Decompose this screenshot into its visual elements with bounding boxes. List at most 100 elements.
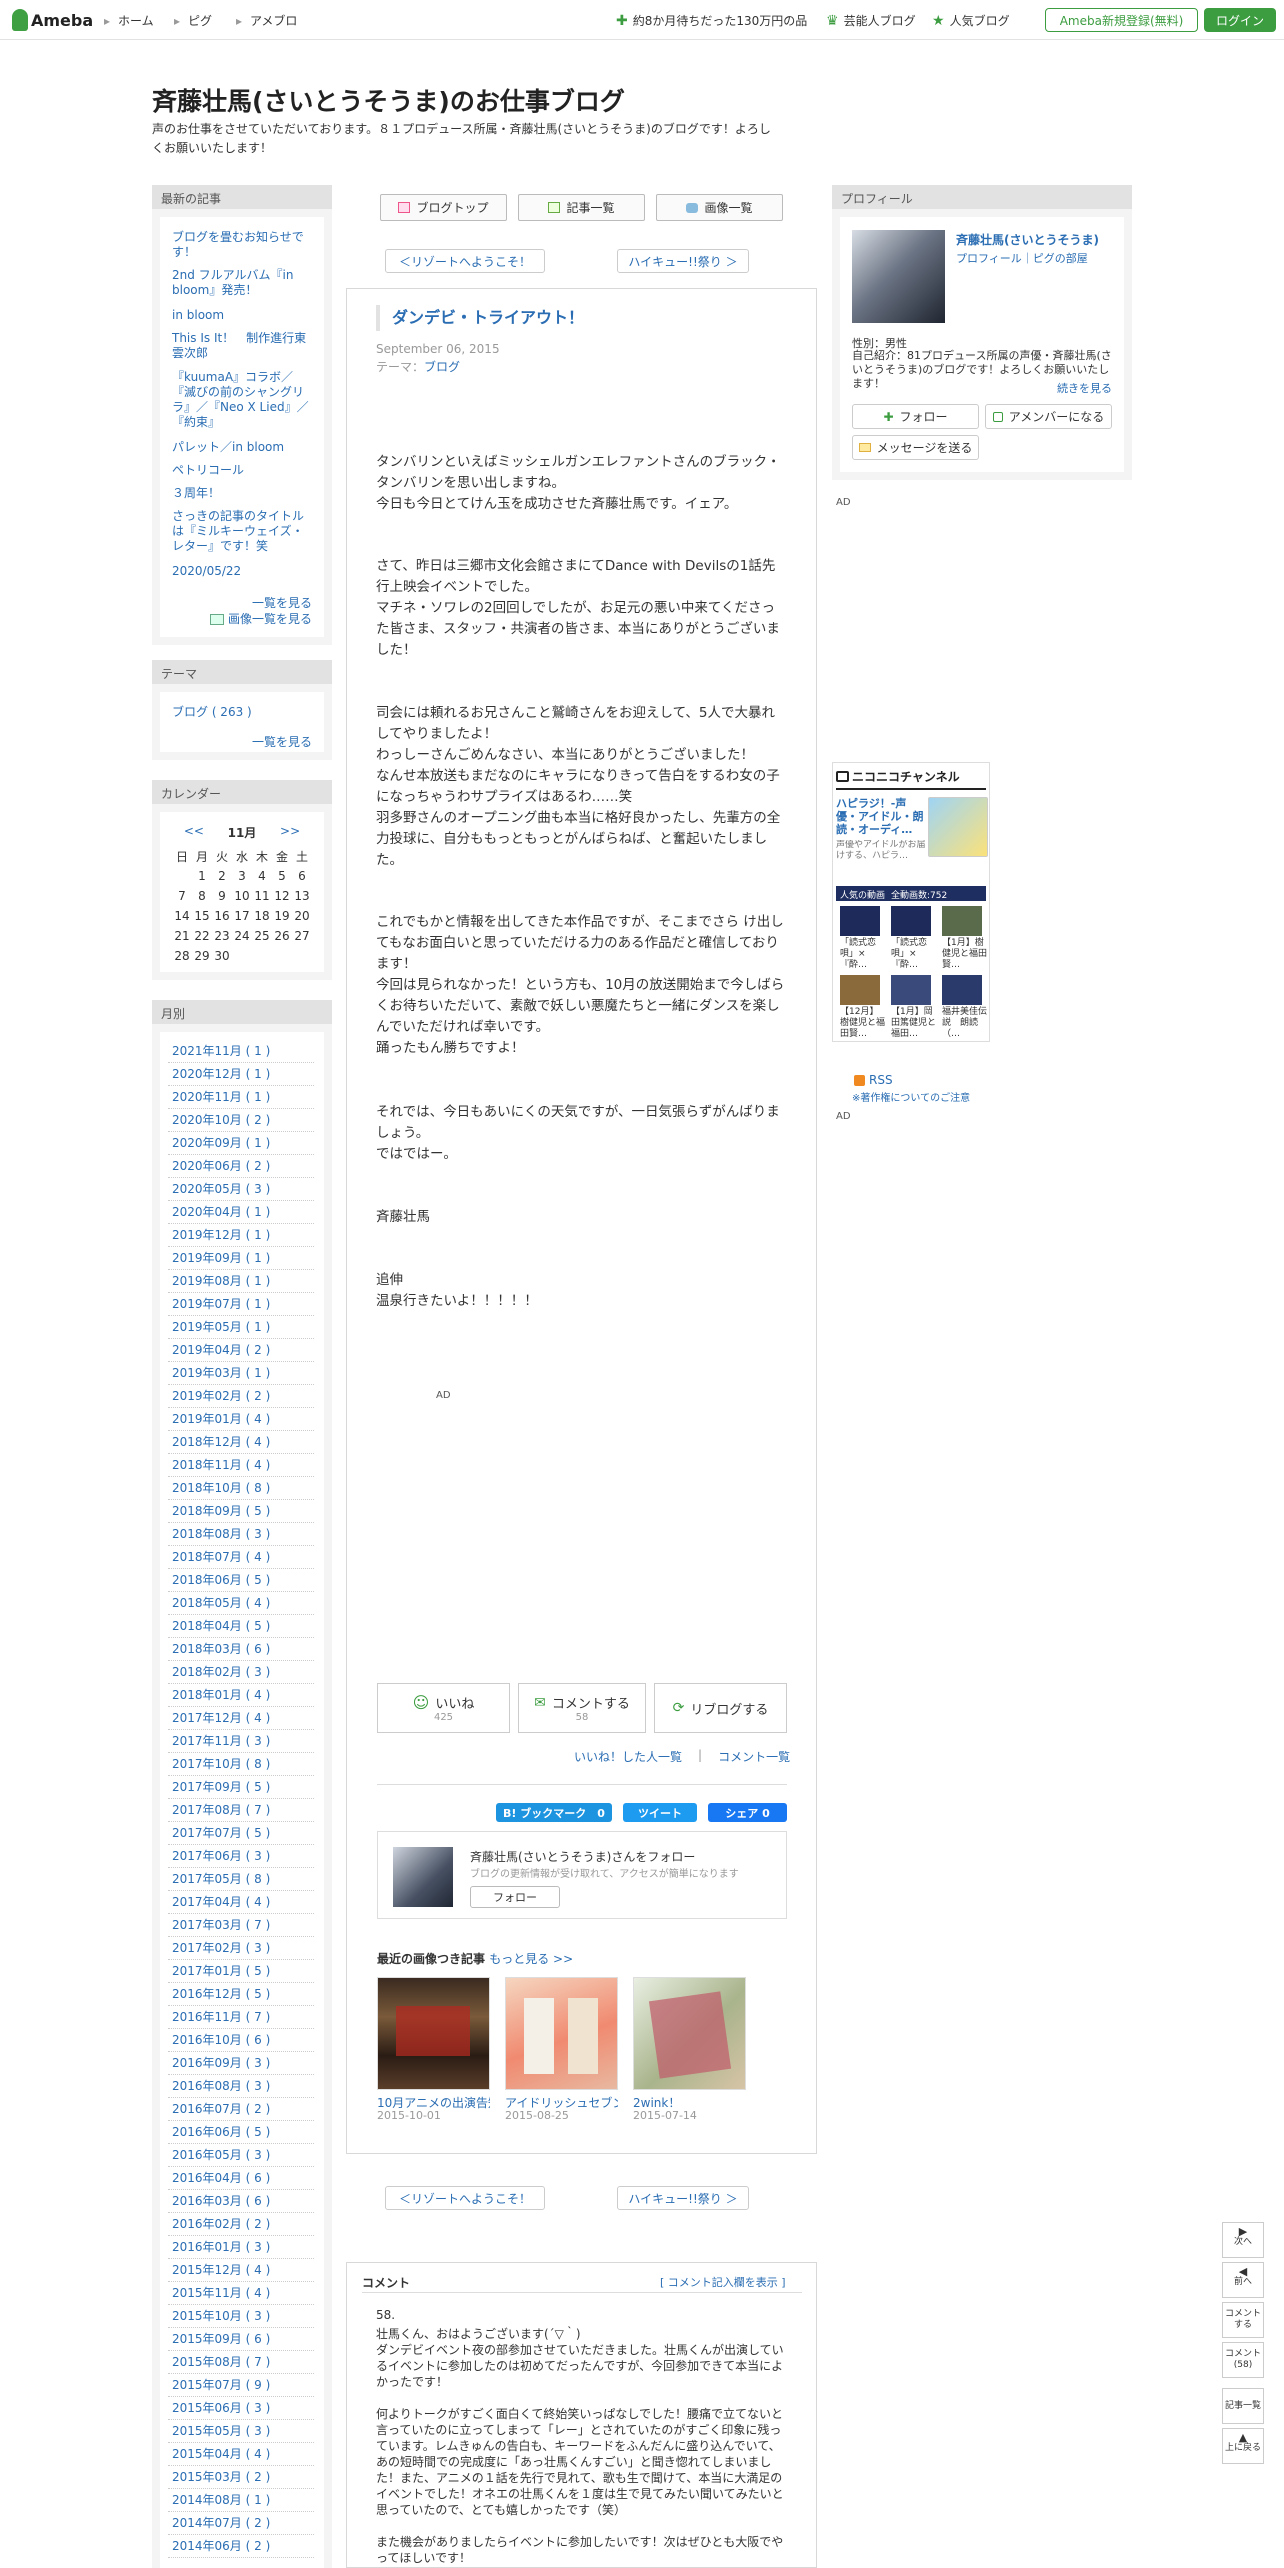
amember-button[interactable]: アメンバーになる [985, 404, 1112, 429]
profile-avatar[interactable] [852, 230, 945, 323]
monthly-archive-link[interactable]: 2018年11月 ( 4 ) [172, 1458, 270, 1473]
comment-list-link[interactable]: コメント一覧 [718, 1748, 790, 1765]
tweet-button[interactable]: ツイート [623, 1803, 697, 1822]
monthly-archive-link[interactable]: 2015年03月 ( 2 ) [172, 2470, 270, 2485]
monthly-archive-link[interactable]: 2014年08月 ( 1 ) [172, 2493, 270, 2508]
float-article-list-button[interactable]: 記事一覧 [1222, 2388, 1264, 2424]
monthly-archive-link[interactable]: 2017年01月 ( 5 ) [172, 1964, 270, 1979]
niconico-channel-thumb[interactable] [928, 797, 988, 857]
profile-links[interactable]: プロフィール｜ピグの部屋 [956, 250, 1088, 266]
monthly-archive-link[interactable]: 2015年07月 ( 9 ) [172, 2378, 270, 2393]
monthly-archive-link[interactable]: 2017年11月 ( 3 ) [172, 1734, 270, 1749]
article-title[interactable]: ダンデビ・トライアウト！ [376, 305, 584, 331]
theme-more-link[interactable]: 一覧を見る [172, 733, 312, 750]
monthly-archive-link[interactable]: 2018年08月 ( 3 ) [172, 1527, 270, 1542]
like-button[interactable]: ☺ いいね 425 [377, 1683, 510, 1733]
monthly-archive-link[interactable]: 2016年04月 ( 6 ) [172, 2171, 270, 2186]
register-button[interactable]: Ameba新規登録(無料) [1045, 8, 1198, 32]
blog-title[interactable]: 斉藤壮馬(さいとうそうま)のお仕事ブログ [152, 82, 625, 118]
prev-article-link[interactable]: ＜リゾートへようこそ！ [385, 249, 545, 273]
monthly-archive-link[interactable]: 2020年09月 ( 1 ) [172, 1136, 270, 1151]
monthly-archive-link[interactable]: 2020年06月 ( 2 ) [172, 1159, 270, 1174]
recent-post-link[interactable]: 2020/05/22 [172, 564, 312, 579]
popular-blog-link[interactable]: ★ 人気ブログ [932, 12, 1010, 29]
monthly-archive-link[interactable]: 2015年12月 ( 4 ) [172, 2263, 270, 2278]
recent-post-link[interactable]: in bloom [172, 308, 312, 323]
monthly-archive-link[interactable]: 2017年10月 ( 8 ) [172, 1757, 270, 1772]
monthly-archive-link[interactable]: 2018年02月 ( 3 ) [172, 1665, 270, 1680]
monthly-archive-link[interactable]: 2019年12月 ( 1 ) [172, 1228, 270, 1243]
monthly-archive-link[interactable]: 2015年08月 ( 7 ) [172, 2355, 270, 2370]
recent-post-link[interactable]: This Is It！ 制作進行東雲次郎 [172, 331, 312, 361]
monthly-archive-link[interactable]: 2019年02月 ( 2 ) [172, 1389, 270, 1404]
profile-more-link[interactable]: 続きを見る [1000, 380, 1112, 396]
monthly-archive-link[interactable]: 2018年01月 ( 4 ) [172, 1688, 270, 1703]
prev-article-link-bottom[interactable]: ＜リゾートへようこそ！ [385, 2186, 545, 2210]
monthly-archive-link[interactable]: 2018年04月 ( 5 ) [172, 1619, 270, 1634]
monthly-archive-link[interactable]: 2016年06月 ( 5 ) [172, 2125, 270, 2140]
monthly-archive-link[interactable]: 2018年07月 ( 4 ) [172, 1550, 270, 1565]
monthly-archive-link[interactable]: 2017年09月 ( 5 ) [172, 1780, 270, 1795]
recent-post-link[interactable]: パレット／in bloom [172, 440, 312, 455]
video-thumbnail[interactable] [942, 906, 982, 936]
image-list-button[interactable]: 画像一覧 [656, 194, 783, 221]
monthly-archive-link[interactable]: 2016年01月 ( 3 ) [172, 2240, 270, 2255]
float-top-button[interactable]: ▲ 上に戻る [1222, 2428, 1264, 2464]
monthly-archive-link[interactable]: 2018年03月 ( 6 ) [172, 1642, 270, 1657]
send-message-button[interactable]: メッセージを送る [852, 435, 979, 460]
monthly-archive-link[interactable]: 2018年06月 ( 5 ) [172, 1573, 270, 1588]
recent-post-link[interactable]: さっきの記事のタイトルは『ミルキーウェイズ・レター』です！笑 [172, 509, 312, 554]
thumbnail-image[interactable] [505, 1977, 618, 2090]
ameba-logo[interactable]: Ameba [12, 8, 93, 32]
monthly-archive-link[interactable]: 2019年03月 ( 1 ) [172, 1366, 270, 1381]
video-caption[interactable]: 「読式恋唄」×『酔… [840, 938, 886, 971]
monthly-archive-link[interactable]: 2017年02月 ( 3 ) [172, 1941, 270, 1956]
monthly-archive-link[interactable]: 2017年04月 ( 4 ) [172, 1895, 270, 1910]
celebrity-blog-link[interactable]: ♛ 芸能人ブログ [826, 12, 916, 29]
video-caption[interactable]: 「読式恋唄」×『酔… [891, 938, 937, 971]
comment-button[interactable]: ✉ コメントする 58 [518, 1683, 646, 1733]
monthly-archive-link[interactable]: 2016年07月 ( 2 ) [172, 2102, 270, 2117]
monthly-archive-link[interactable]: 2016年08月 ( 3 ) [172, 2079, 270, 2094]
monthly-archive-link[interactable]: 2014年06月 ( 2 ) [172, 2539, 270, 2554]
facebook-share-button[interactable]: シェア 0 [708, 1803, 787, 1822]
niconico-channel-title[interactable]: ハピラジ！-声優・アイドル・朗読・オーディ… [836, 797, 926, 837]
monthly-archive-link[interactable]: 2017年03月 ( 7 ) [172, 1918, 270, 1933]
monthly-archive-link[interactable]: 2017年12月 ( 4 ) [172, 1711, 270, 1726]
float-comment-count-button[interactable]: コメント(58) [1222, 2342, 1264, 2378]
calendar-day-link[interactable]: 9 [212, 886, 232, 906]
video-caption[interactable]: 【1月】樹健児と福田賢… [942, 938, 988, 971]
monthly-archive-link[interactable]: 2018年05月 ( 4 ) [172, 1596, 270, 1611]
monthly-archive-link[interactable]: 2015年11月 ( 4 ) [172, 2286, 270, 2301]
login-button[interactable]: ログイン [1204, 8, 1276, 32]
follow-box-button[interactable]: フォロー [470, 1886, 560, 1908]
monthly-archive-link[interactable]: 2015年04月 ( 4 ) [172, 2447, 270, 2462]
recent-post-link[interactable]: ブログを畳むお知らせです！ [172, 230, 312, 260]
niconico-logo[interactable]: ニコニコチャンネル [836, 766, 986, 786]
monthly-archive-link[interactable]: 2015年09月 ( 6 ) [172, 2332, 270, 2347]
recent-images-more[interactable]: もっと見る >> [489, 1952, 573, 1966]
thumbnail-image[interactable] [377, 1977, 490, 2090]
profile-name[interactable]: 斉藤壮馬(さいとうそうま) [956, 231, 1099, 248]
article-list-button[interactable]: 記事一覧 [518, 194, 645, 221]
thumbnail-image[interactable] [633, 1977, 746, 2090]
hatena-bookmark-button[interactable]: B! ブックマーク 0 [496, 1803, 612, 1822]
monthly-archive-link[interactable]: 2016年11月 ( 7 ) [172, 2010, 270, 2025]
blog-top-button[interactable]: ブログトップ [380, 194, 507, 221]
article-theme-link[interactable]: ブログ [424, 360, 460, 374]
nav-home[interactable]: ▸ ホーム [104, 12, 154, 29]
monthly-archive-link[interactable]: 2014年07月 ( 2 ) [172, 2516, 270, 2531]
video-caption[interactable]: 【1月】岡田篤健児と福田… [891, 1007, 937, 1040]
monthly-archive-link[interactable]: 2016年10月 ( 6 ) [172, 2033, 270, 2048]
copyright-note-link[interactable]: ※著作権についてのご注意 [852, 1089, 970, 1104]
video-thumbnail[interactable] [942, 975, 982, 1005]
monthly-archive-link[interactable]: 2016年05月 ( 3 ) [172, 2148, 270, 2163]
monthly-archive-link[interactable]: 2019年08月 ( 1 ) [172, 1274, 270, 1289]
monthly-archive-link[interactable]: 2019年01月 ( 4 ) [172, 1412, 270, 1427]
recent-post-link[interactable]: ペトリコール [172, 463, 312, 478]
video-thumbnail[interactable] [840, 906, 880, 936]
recent-more-link[interactable]: 一覧を見る [172, 594, 312, 611]
video-thumbnail[interactable] [840, 975, 880, 1005]
next-article-link[interactable]: ハイキュー!!祭り ＞ [617, 249, 749, 273]
monthly-archive-link[interactable]: 2016年12月 ( 5 ) [172, 1987, 270, 2002]
